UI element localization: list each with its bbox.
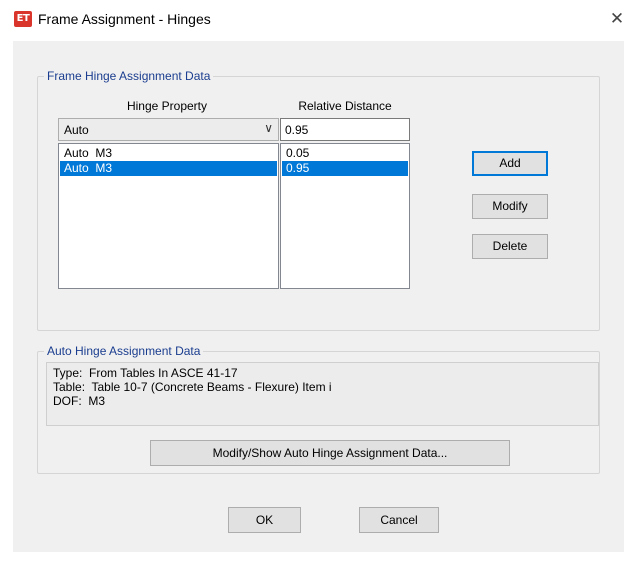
list-item[interactable]: Auto M3 — [60, 146, 277, 161]
hinge-table-text: Table: Table 10-7 (Concrete Beams - Flex… — [53, 380, 332, 394]
window-title: Frame Assignment - Hinges — [38, 11, 211, 27]
close-icon[interactable]: ✕ — [606, 8, 628, 30]
modify-show-auto-hinge-button[interactable]: Modify/Show Auto Hinge Assignment Data..… — [150, 440, 510, 466]
hinge-property-value: Auto — [64, 123, 89, 137]
hinge-dof-text: DOF: M3 — [53, 394, 106, 408]
add-button[interactable]: Add — [472, 151, 548, 176]
list-item[interactable]: Auto M3 — [60, 161, 277, 176]
hinge-type-text: Type: From Tables In ASCE 41-17 — [53, 366, 238, 380]
relative-distance-header: Relative Distance — [298, 99, 392, 113]
chevron-down-icon: ∨ — [264, 121, 273, 135]
etabs-app-icon: ET — [14, 11, 32, 27]
relative-distance-list[interactable]: 0.05 0.95 — [280, 143, 410, 289]
hinge-property-list[interactable]: Auto M3 Auto M3 — [58, 143, 279, 289]
frame-hinge-group-label: Frame Hinge Assignment Data — [44, 69, 214, 83]
modify-button[interactable]: Modify — [472, 194, 548, 219]
list-item[interactable]: 0.05 — [282, 146, 408, 161]
hinge-property-select[interactable]: Auto ∨ — [58, 118, 279, 141]
frame-hinge-assignment-group: Frame Hinge Assignment Data Hinge Proper… — [37, 69, 600, 331]
ok-button[interactable]: OK — [228, 507, 301, 533]
delete-button[interactable]: Delete — [472, 234, 548, 259]
auto-hinge-assignment-group: Auto Hinge Assignment Data Type: From Ta… — [37, 344, 600, 474]
dialog-client-area: Frame Hinge Assignment Data Hinge Proper… — [13, 41, 624, 552]
hinge-property-header: Hinge Property — [126, 99, 208, 113]
title-bar: ET Frame Assignment - Hinges ✕ — [0, 0, 638, 38]
cancel-button[interactable]: Cancel — [359, 507, 439, 533]
list-item[interactable]: 0.95 — [282, 161, 408, 176]
auto-hinge-info-area: Type: From Tables In ASCE 41-17 Table: T… — [46, 362, 599, 426]
auto-hinge-group-label: Auto Hinge Assignment Data — [44, 344, 204, 358]
relative-distance-value: 0.95 — [285, 123, 309, 137]
relative-distance-input[interactable]: 0.95 — [280, 118, 410, 141]
